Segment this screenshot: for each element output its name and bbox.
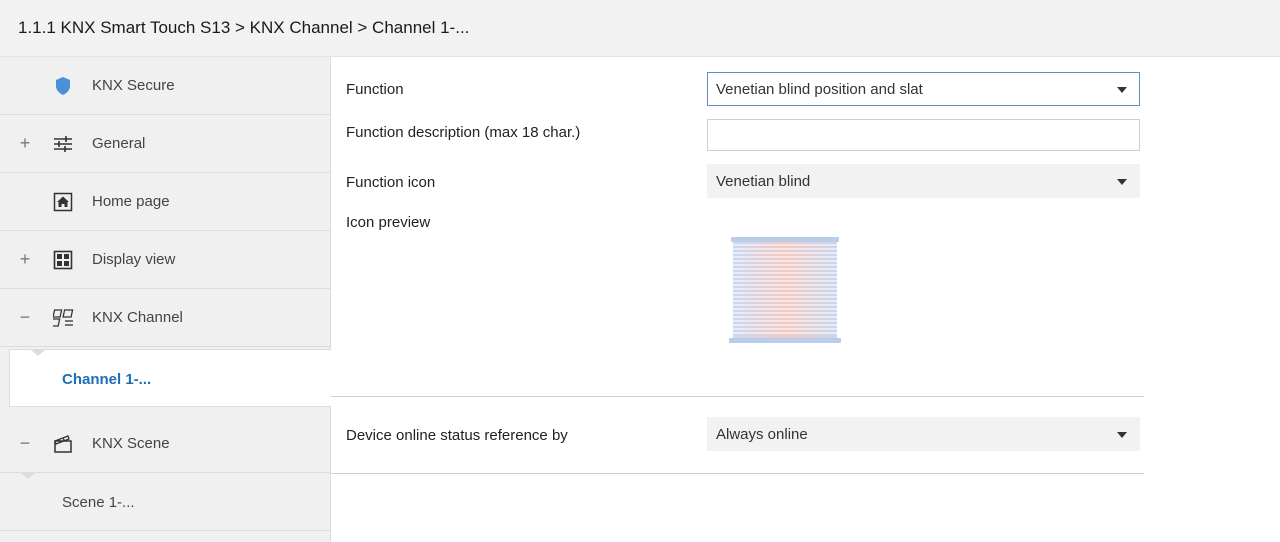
parameter-panel: Function Venetian blind position and sla… bbox=[331, 57, 1280, 542]
sidebar-item-label: KNX Scene bbox=[92, 435, 170, 452]
device-online-status-value: Always online bbox=[716, 426, 808, 443]
function-select-value: Venetian blind position and slat bbox=[716, 81, 923, 98]
sidebar-item-label: Home page bbox=[92, 193, 170, 210]
function-icon-select-value: Venetian blind bbox=[716, 173, 811, 190]
expand-icon[interactable]: + bbox=[18, 249, 32, 269]
sidebar: KNX Secure + General Home page + Display… bbox=[0, 57, 331, 542]
sidebar-item-label: KNX Channel bbox=[92, 309, 183, 326]
sidebar-subitem-scene-1[interactable]: Scene 1-... bbox=[0, 472, 330, 531]
channel-icon bbox=[50, 308, 74, 328]
sidebar-item-label: General bbox=[92, 135, 146, 152]
sliders-icon bbox=[53, 134, 73, 154]
icon-preview-label: Icon preview bbox=[346, 214, 431, 231]
function-icon-label: Function icon bbox=[346, 174, 436, 191]
home-icon bbox=[53, 192, 73, 212]
sidebar-item-home-page[interactable]: Home page bbox=[0, 173, 330, 231]
function-select[interactable]: Venetian blind position and slat bbox=[707, 72, 1140, 106]
collapse-icon[interactable]: − bbox=[18, 433, 32, 453]
section-divider bbox=[331, 473, 1144, 474]
sidebar-item-knx-secure[interactable]: KNX Secure bbox=[0, 57, 330, 115]
tree-notch bbox=[30, 349, 46, 356]
function-icon-select[interactable]: Venetian blind bbox=[707, 164, 1140, 198]
sidebar-toggle bbox=[18, 75, 32, 95]
function-label: Function bbox=[346, 81, 404, 98]
device-online-status-label: Device online status reference by bbox=[346, 427, 568, 444]
device-online-status-select[interactable]: Always online bbox=[707, 417, 1140, 451]
function-description-label: Function description (max 18 char.) bbox=[346, 124, 581, 141]
breadcrumb: 1.1.1 KNX Smart Touch S13 > KNX Channel … bbox=[18, 18, 470, 37]
sidebar-subitem-label: Channel 1-... bbox=[62, 371, 152, 388]
sidebar-toggle bbox=[18, 191, 32, 211]
sidebar-item-label: KNX Secure bbox=[92, 77, 175, 94]
sidebar-item-general[interactable]: + General bbox=[0, 115, 330, 173]
sidebar-item-label: Display view bbox=[92, 251, 176, 268]
sidebar-item-display-view[interactable]: + Display view bbox=[0, 231, 330, 289]
section-divider bbox=[331, 396, 1144, 397]
scene-icon bbox=[53, 434, 73, 454]
expand-icon[interactable]: + bbox=[18, 133, 32, 153]
sidebar-subitem-channel-1[interactable]: Channel 1-... bbox=[9, 349, 331, 407]
venetian-blind-icon bbox=[729, 237, 841, 345]
chevron-down-icon bbox=[1117, 432, 1127, 438]
tree-notch bbox=[20, 472, 36, 479]
sidebar-item-knx-scene[interactable]: − KNX Scene bbox=[0, 415, 330, 473]
sidebar-item-knx-channel[interactable]: − KNX Channel bbox=[0, 289, 330, 347]
shield-icon bbox=[53, 76, 73, 96]
grid-icon bbox=[53, 250, 73, 270]
function-description-input[interactable] bbox=[707, 119, 1140, 151]
chevron-down-icon bbox=[1117, 87, 1127, 93]
sidebar-subitem-label: Scene 1-... bbox=[62, 494, 135, 511]
title-bar: 1.1.1 KNX Smart Touch S13 > KNX Channel … bbox=[0, 0, 1280, 57]
collapse-icon[interactable]: − bbox=[18, 307, 32, 327]
chevron-down-icon bbox=[1117, 179, 1127, 185]
